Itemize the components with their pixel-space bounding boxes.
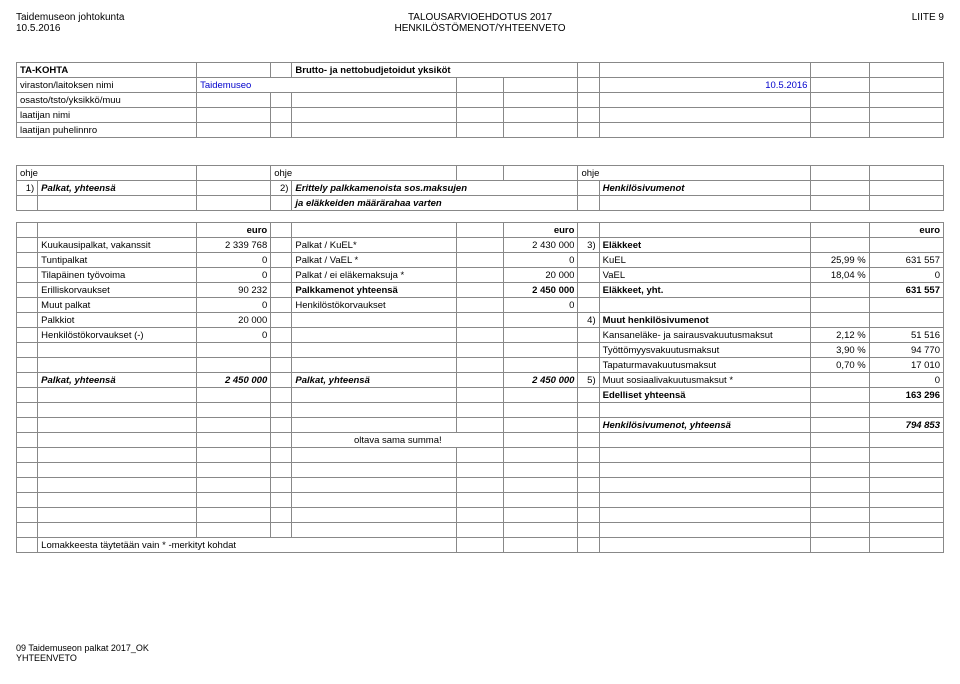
palkkamenot-yht-label: Palkkamenot yhteensä	[292, 283, 456, 298]
palkat-ei-value: 20 000	[504, 268, 578, 283]
viraston-value: Taidemuseo	[197, 78, 457, 93]
tapa-pct: 0,70 %	[811, 358, 869, 373]
mid-palkat-yht-value: 2 450 000	[504, 373, 578, 388]
tapa-label: Tapaturmavakuutusmaksut	[599, 358, 811, 373]
kansan-pct: 2,12 %	[811, 328, 869, 343]
palkkiot-value: 20 000	[197, 313, 271, 328]
tyott-label: Työttömyysvakuutusmaksut	[599, 343, 811, 358]
tilapainen-value: 0	[197, 268, 271, 283]
mid-henkilostokorv-label: Henkilöstökorvaukset	[292, 298, 456, 313]
mid-henkilostokorv-value: 0	[504, 298, 578, 313]
palkat-kuel-value: 2 430 000	[504, 238, 578, 253]
elakkeet-yht-value: 631 557	[869, 283, 943, 298]
kuel-label: KuEL	[599, 253, 811, 268]
muut-sos-value: 0	[869, 373, 943, 388]
laatijan-nimi-label: laatijan nimi	[17, 108, 197, 123]
tuntipalkat-label: Tuntipalkat	[38, 253, 197, 268]
erilliskorvaukset-value: 90 232	[197, 283, 271, 298]
edelliset-value: 163 296	[869, 388, 943, 403]
vael-value: 0	[869, 268, 943, 283]
header-left: Taidemuseon johtokunta 10.5.2016	[16, 12, 216, 34]
palkat-ei-label: Palkat / ei eläkemaksuja *	[292, 268, 456, 283]
doc-title-1: TALOUSARVIOEHDOTUS 2017	[216, 12, 744, 23]
marker-5: 5)	[578, 373, 599, 388]
viraston-label: viraston/laitoksen nimi	[17, 78, 197, 93]
header-date: 10.5.2016	[16, 23, 216, 34]
mid-palkat-yht-label: Palkat, yhteensä	[292, 373, 456, 388]
muut-henk-label: Muut henkilösivumenot	[599, 313, 811, 328]
henk-yht-value: 794 853	[869, 418, 943, 433]
page-footer: 09 Taidemuseon palkat 2017_OK YHTEENVETO	[16, 643, 944, 663]
form-note: Lomakkeesta täytetään vain * -merkityt k…	[38, 538, 456, 553]
main-table: TA-KOHTA Brutto- ja nettobudjetoidut yks…	[16, 62, 944, 553]
brutto-label: Brutto- ja nettobudjetoidut yksiköt	[292, 63, 578, 78]
muut-palkat-label: Muut palkat	[38, 298, 197, 313]
henkilostokorv-label: Henkilöstökorvaukset (-)	[38, 328, 197, 343]
edelliset-label: Edelliset yhteensä	[599, 388, 811, 403]
palkat-vael-value: 0	[504, 253, 578, 268]
marker-3: 3)	[578, 238, 599, 253]
marker-4: 4)	[578, 313, 599, 328]
kuel-pct: 25,99 %	[811, 253, 869, 268]
kuel-value: 631 557	[869, 253, 943, 268]
tilapainen-label: Tilapäinen työvoima	[38, 268, 197, 283]
henkilostokorv-value: 0	[197, 328, 271, 343]
osasto-label: osasto/tsto/yksikkö/muu	[17, 93, 197, 108]
tuntipalkat-value: 0	[197, 253, 271, 268]
palkat-vael-label: Palkat / VaEL *	[292, 253, 456, 268]
palkkiot-label: Palkkiot	[38, 313, 197, 328]
attachment-number: LIITE 9	[744, 12, 944, 23]
euro-col-3: euro	[869, 223, 943, 238]
kansan-value: 51 516	[869, 328, 943, 343]
erittely-head: Erittely palkkamenoista sos.maksujen	[292, 181, 578, 196]
ohje-3: ohje	[578, 166, 811, 181]
laatijan-puhelin-label: laatijan puhelinnro	[17, 123, 197, 138]
elakkeet-label: Eläkkeet	[599, 238, 811, 253]
marker-2: 2)	[271, 181, 292, 196]
left-palkat-yht-value: 2 450 000	[197, 373, 271, 388]
elakkeet-yht-label: Eläkkeet, yht.	[599, 283, 811, 298]
date-right: 10.5.2016	[599, 78, 811, 93]
doc-title-2: HENKILÖSTÖMENOT/YHTEENVETO	[216, 23, 744, 34]
ohje-2: ohje	[271, 166, 456, 181]
henkilosivu-head: Henkilösivumenot	[599, 181, 811, 196]
palkat-yht-head: Palkat, yhteensä	[38, 181, 197, 196]
henk-yht-label: Henkilösivumenot, yhteensä	[599, 418, 811, 433]
palkkamenot-yht-value: 2 450 000	[504, 283, 578, 298]
org-name: Taidemuseon johtokunta	[16, 12, 216, 23]
left-palkat-yht-label: Palkat, yhteensä	[38, 373, 197, 388]
erilliskorvaukset-label: Erilliskorvaukset	[38, 283, 197, 298]
ja-elak-head: ja eläkkeiden määrärahaa varten	[292, 196, 578, 211]
ohje-1: ohje	[17, 166, 197, 181]
palkat-kuel-label: Palkat / KuEL*	[292, 238, 456, 253]
muut-palkat-value: 0	[197, 298, 271, 313]
footer-line-1: 09 Taidemuseon palkat 2017_OK	[16, 643, 944, 653]
tapa-value: 17 010	[869, 358, 943, 373]
footer-line-2: YHTEENVETO	[16, 653, 944, 663]
tyott-value: 94 770	[869, 343, 943, 358]
tyott-pct: 3,90 %	[811, 343, 869, 358]
ta-kohta-label: TA-KOHTA	[17, 63, 197, 78]
vael-pct: 18,04 %	[811, 268, 869, 283]
page-header: Taidemuseon johtokunta 10.5.2016 TALOUSA…	[16, 12, 944, 34]
header-center: TALOUSARVIOEHDOTUS 2017 HENKILÖSTÖMENOT/…	[216, 12, 744, 34]
marker-1: 1)	[17, 181, 38, 196]
euro-col-1: euro	[197, 223, 271, 238]
vael-label: VaEL	[599, 268, 811, 283]
euro-col-2: euro	[504, 223, 578, 238]
kuukausipalkat-value: 2 339 768	[197, 238, 271, 253]
kuukausipalkat-label: Kuukausipalkat, vakanssit	[38, 238, 197, 253]
kansan-label: Kansaneläke- ja sairausvakuutusmaksut	[599, 328, 811, 343]
oltava-note: oltava sama summa!	[292, 433, 504, 448]
muut-sos-label: Muut sosiaalivakuutusmaksut *	[599, 373, 811, 388]
header-right: LIITE 9	[744, 12, 944, 34]
